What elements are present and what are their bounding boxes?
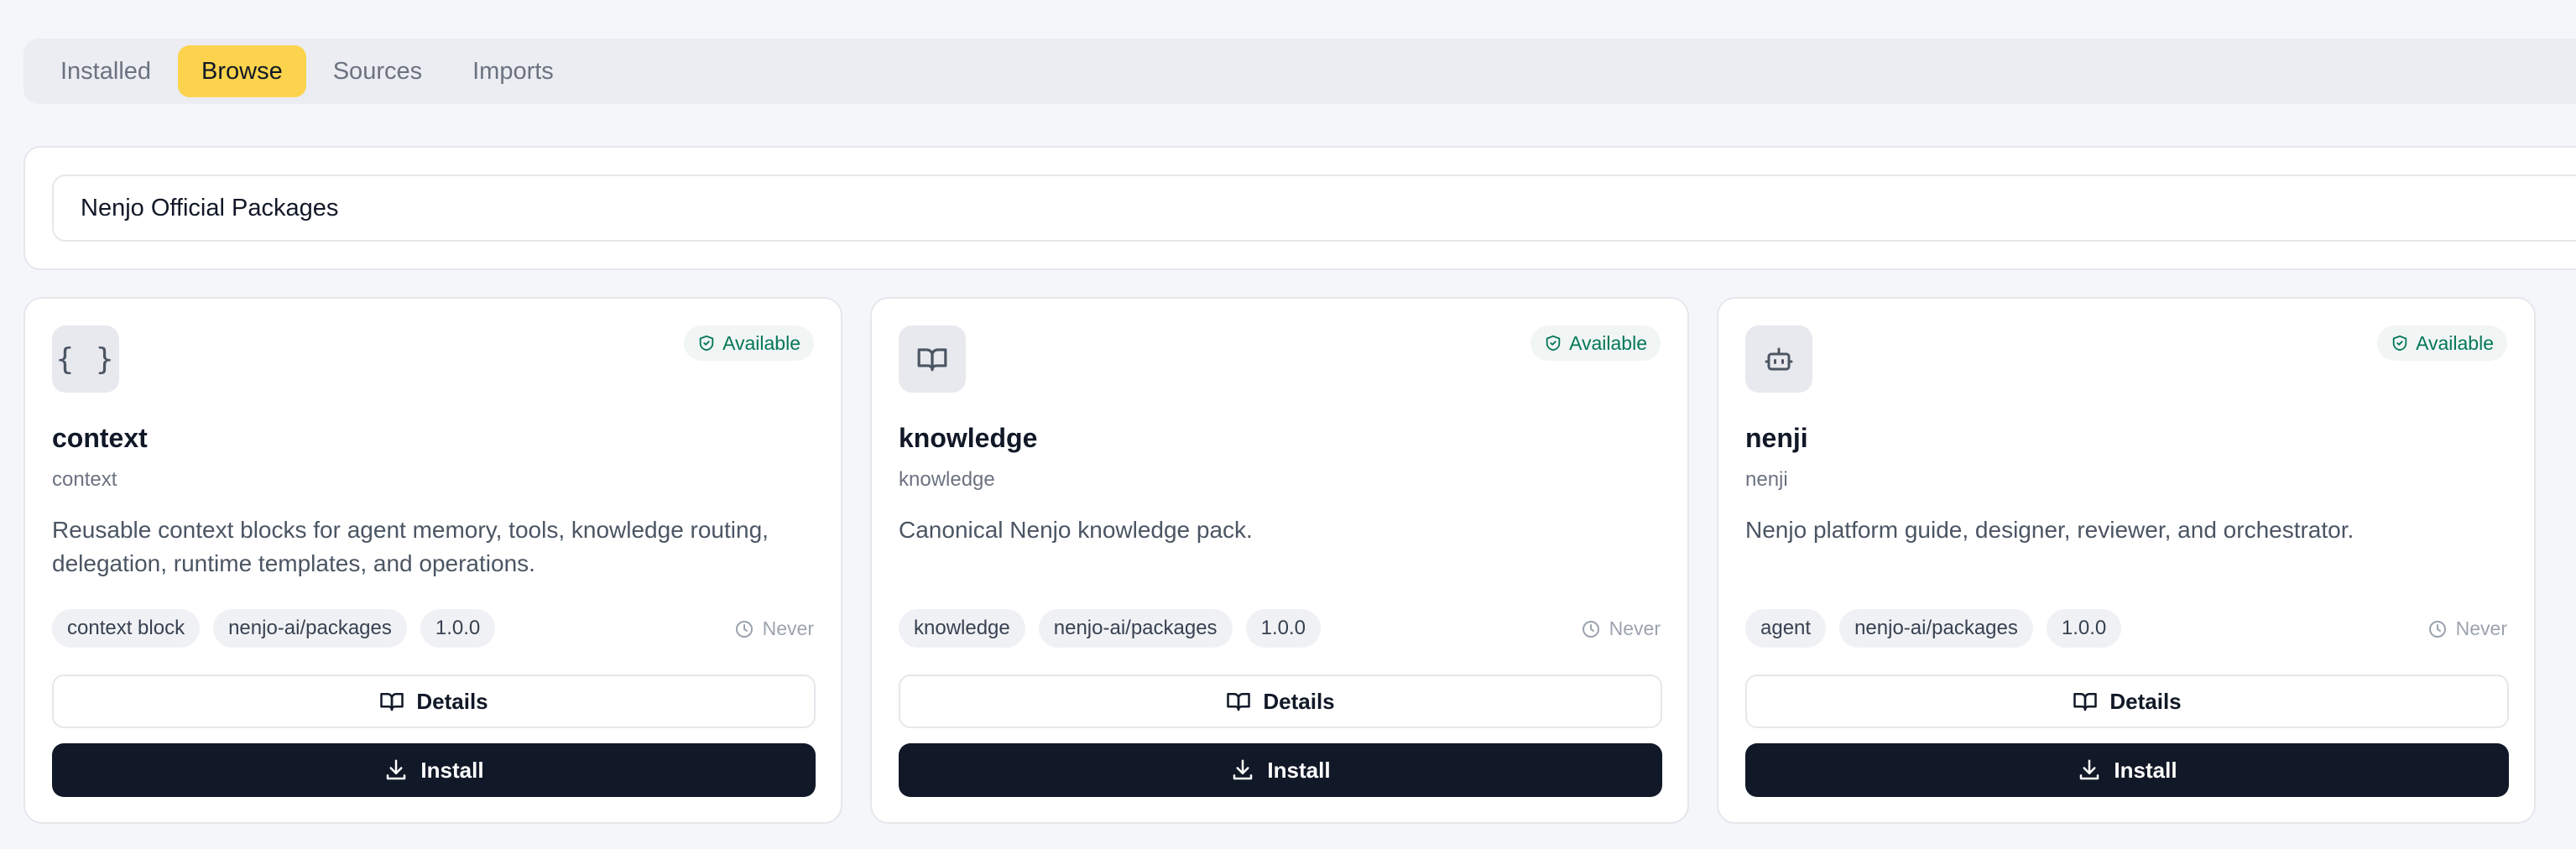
last-updated-label: Never [762, 617, 814, 639]
clock-icon [735, 620, 753, 638]
version-tag: 1.0.0 [2046, 609, 2122, 648]
details-button[interactable]: Details [1745, 675, 2509, 728]
details-button[interactable]: Details [899, 675, 1662, 728]
status-label: Available [2416, 331, 2494, 354]
clock-icon [2428, 620, 2446, 638]
package-name: nenji [1745, 423, 1808, 453]
install-label: Install [420, 757, 484, 783]
tag: nenjo-ai/packages [213, 609, 407, 648]
book-open-icon [380, 693, 404, 711]
package-card-context: { } Available context context Reusable c… [23, 297, 842, 824]
source-select[interactable]: Nenjo Official Packages [52, 174, 2576, 242]
last-updated-label: Never [2455, 617, 2507, 639]
package-name: knowledge [899, 423, 1038, 453]
package-card-nenji: Available nenji nenji Nenjo platform gui… [1717, 297, 2536, 824]
shield-check-icon [2392, 335, 2407, 352]
package-description: Reusable context blocks for agent memory… [52, 517, 769, 576]
install-button[interactable]: Install [1745, 743, 2509, 797]
package-description: Nenjo platform guide, designer, reviewer… [1745, 517, 2354, 543]
details-button[interactable]: Details [52, 675, 816, 728]
tag: nenjo-ai/packages [1839, 609, 2033, 648]
tag-list: context block nenjo-ai/packages 1.0.0 [52, 609, 496, 648]
tag: agent [1745, 609, 1827, 648]
status-label: Available [1569, 331, 1647, 354]
book-open-icon [1227, 693, 1251, 711]
install-label: Install [1267, 757, 1331, 783]
details-label: Details [1263, 688, 1335, 714]
version-tag: 1.0.0 [1245, 609, 1321, 648]
clock-icon [1582, 620, 1599, 638]
download-icon [2080, 759, 2099, 780]
shield-check-icon [1546, 335, 1561, 352]
tag: context block [52, 609, 201, 648]
status-badge: Available [684, 326, 814, 361]
details-label: Details [416, 688, 488, 714]
package-description: Canonical Nenjo knowledge pack. [899, 517, 1253, 543]
package-name: context [52, 423, 148, 453]
version-tag: 1.0.0 [420, 609, 496, 648]
tab-sources[interactable]: Sources [310, 45, 446, 97]
last-updated-label: Never [1609, 617, 1661, 639]
shield-check-icon [699, 335, 714, 352]
tab-installed[interactable]: Installed [37, 45, 175, 97]
install-button[interactable]: Install [899, 743, 1662, 797]
braces-icon: { } [52, 326, 119, 393]
install-label: Install [2114, 757, 2177, 783]
last-updated: Never [2427, 617, 2507, 640]
package-slug: knowledge [899, 468, 995, 491]
tag: knowledge [899, 609, 1025, 648]
bot-icon [1745, 326, 1812, 393]
install-button[interactable]: Install [52, 743, 816, 797]
tab-imports[interactable]: Imports [449, 45, 577, 97]
book-open-icon [2073, 693, 2098, 711]
package-slug: context [52, 468, 117, 491]
book-open-icon [899, 326, 966, 393]
download-icon [1233, 759, 1253, 780]
package-slug: nenji [1745, 468, 1788, 491]
last-updated: Never [1581, 617, 1661, 640]
tag-list: agent nenjo-ai/packages 1.0.0 [1745, 609, 2122, 648]
download-icon [387, 759, 406, 780]
package-card-knowledge: Available knowledge knowledge Canonical … [870, 297, 1689, 824]
tag: nenjo-ai/packages [1038, 609, 1233, 648]
last-updated: Never [734, 617, 814, 640]
tab-browse[interactable]: Browse [178, 45, 306, 97]
tag-list: knowledge nenjo-ai/packages 1.0.0 [899, 609, 1321, 648]
status-badge: Available [1530, 326, 1661, 361]
details-label: Details [2109, 688, 2182, 714]
status-badge: Available [2377, 326, 2507, 361]
status-label: Available [722, 331, 800, 354]
source-panel: Nenjo Official Packages [23, 146, 2576, 270]
tab-bar: Installed Browse Sources Imports [23, 39, 2576, 104]
